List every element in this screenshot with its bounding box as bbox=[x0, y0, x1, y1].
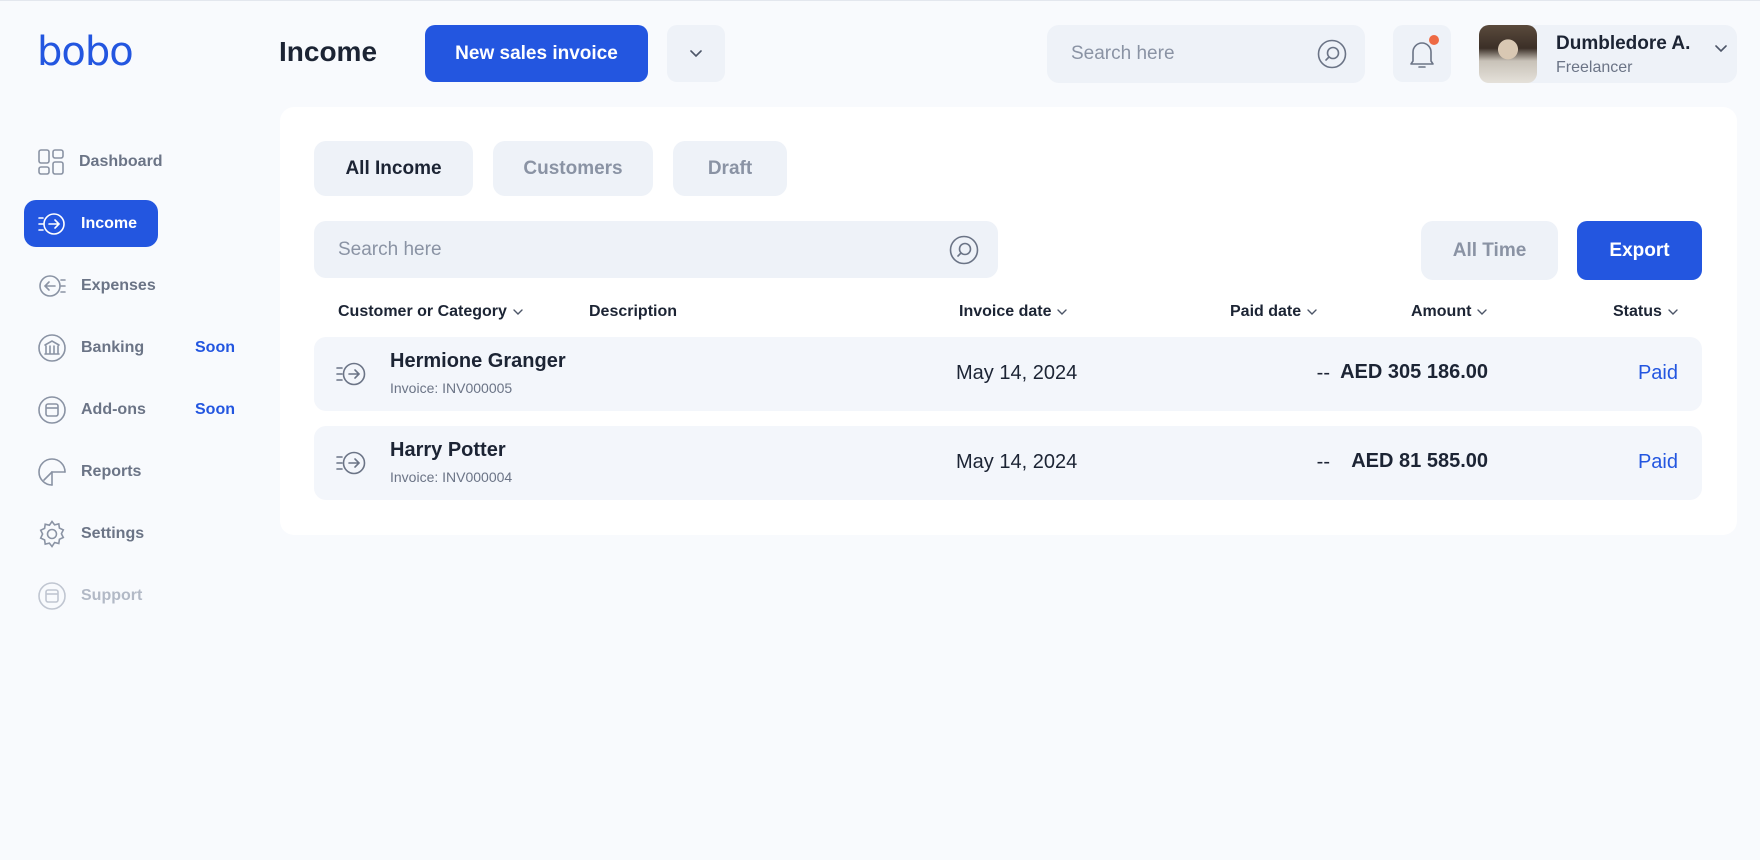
income-search bbox=[314, 221, 998, 278]
sidebar-item-support[interactable]: Support bbox=[24, 572, 158, 619]
sidebar-item-label: Dashboard bbox=[79, 152, 163, 170]
income-icon bbox=[336, 361, 366, 392]
chevron-down-icon bbox=[690, 49, 702, 57]
sidebar-item-label: Add-ons bbox=[81, 400, 146, 418]
amount: AED 81 585.00 bbox=[1351, 450, 1488, 472]
app-logo[interactable]: bobo bbox=[37, 29, 134, 75]
soon-badge: Soon bbox=[195, 401, 235, 418]
user-profile-menu[interactable]: Dumbledore A. Freelancer bbox=[1479, 25, 1737, 83]
reports-icon bbox=[38, 457, 66, 486]
new-sales-invoice-button[interactable]: New sales invoice bbox=[425, 25, 648, 82]
sidebar-item-label: Expenses bbox=[81, 276, 156, 294]
chevron-down-icon bbox=[513, 309, 523, 315]
status-badge: Paid bbox=[1637, 362, 1678, 384]
income-icon bbox=[38, 210, 66, 238]
sidebar-item-label: Income bbox=[81, 214, 138, 232]
invoice-date: May 14, 2024 bbox=[956, 362, 1078, 384]
sidebar-item-addons[interactable]: Add-ons bbox=[24, 386, 158, 433]
sidebar-item-label: Settings bbox=[81, 524, 145, 542]
sidebar-item-dashboard[interactable]: Dashboard bbox=[24, 138, 163, 185]
bank-icon bbox=[38, 333, 66, 362]
invoice-number: Invoice: INV000004 bbox=[390, 469, 513, 485]
column-header-status[interactable]: Status bbox=[1613, 303, 1678, 321]
sidebar-item-label: Reports bbox=[81, 462, 142, 480]
period-filter-button[interactable]: All Time bbox=[1421, 221, 1558, 280]
notification-dot bbox=[1429, 35, 1439, 45]
income-icon bbox=[336, 450, 366, 481]
column-header-amount[interactable]: Amount bbox=[1411, 303, 1488, 321]
sidebar-item-settings[interactable]: Settings bbox=[24, 510, 158, 557]
addons-icon bbox=[38, 395, 66, 424]
invoice-number: Invoice: INV000005 bbox=[390, 380, 513, 396]
new-invoice-options-button[interactable] bbox=[667, 25, 725, 82]
support-icon bbox=[38, 581, 66, 610]
page-title: Income bbox=[279, 36, 378, 67]
chevron-down-icon bbox=[1715, 45, 1727, 53]
sidebar-item-expenses[interactable]: Expenses bbox=[24, 262, 158, 309]
gear-icon bbox=[38, 519, 66, 548]
expenses-icon bbox=[38, 272, 66, 300]
export-button[interactable]: Export bbox=[1577, 221, 1702, 280]
search-icon[interactable] bbox=[1316, 38, 1347, 70]
income-card: All Income Customers Draft All Time Expo… bbox=[280, 107, 1737, 535]
table-row[interactable]: Hermione Granger Invoice: INV000005 May … bbox=[314, 337, 1702, 411]
table-row[interactable]: Harry Potter Invoice: INV000004 May 14, … bbox=[314, 426, 1702, 500]
header-search bbox=[1047, 25, 1365, 83]
amount: AED 305 186.00 bbox=[1340, 361, 1488, 383]
income-search-input[interactable] bbox=[338, 238, 948, 261]
notifications-button[interactable] bbox=[1393, 25, 1451, 82]
column-header-description[interactable]: Description bbox=[589, 303, 677, 321]
paid-date: -- bbox=[1316, 451, 1330, 473]
avatar bbox=[1479, 25, 1537, 83]
soon-badge: Soon bbox=[195, 339, 235, 356]
sidebar-item-label: Banking bbox=[81, 338, 145, 356]
column-header-invoice-date[interactable]: Invoice date bbox=[959, 303, 1068, 321]
chevron-down-icon bbox=[1057, 309, 1068, 315]
search-icon[interactable] bbox=[948, 234, 980, 266]
dashboard-icon bbox=[38, 148, 64, 176]
customer-name: Hermione Granger bbox=[390, 350, 566, 372]
tab-draft[interactable]: Draft bbox=[673, 141, 787, 196]
invoice-date: May 14, 2024 bbox=[956, 451, 1078, 473]
customer-name: Harry Potter bbox=[390, 439, 506, 461]
sidebar-item-banking[interactable]: Banking bbox=[24, 324, 158, 371]
chevron-down-icon bbox=[1307, 309, 1317, 315]
header-search-input[interactable] bbox=[1071, 43, 1316, 65]
user-name: Dumbledore A. bbox=[1556, 33, 1691, 54]
sidebar-item-label: Support bbox=[81, 586, 143, 604]
chevron-down-icon bbox=[1477, 309, 1488, 315]
paid-date: -- bbox=[1316, 362, 1330, 384]
column-header-paid-date[interactable]: Paid date bbox=[1230, 303, 1317, 321]
column-header-customer[interactable]: Customer or Category bbox=[338, 303, 523, 321]
tab-all-income[interactable]: All Income bbox=[314, 141, 473, 196]
status-badge: Paid bbox=[1637, 451, 1678, 473]
tab-customers[interactable]: Customers bbox=[493, 141, 653, 196]
sidebar-item-income[interactable]: Income bbox=[24, 200, 158, 247]
user-role: Freelancer bbox=[1556, 59, 1633, 76]
sidebar-item-reports[interactable]: Reports bbox=[24, 448, 158, 495]
chevron-down-icon bbox=[1668, 309, 1678, 315]
